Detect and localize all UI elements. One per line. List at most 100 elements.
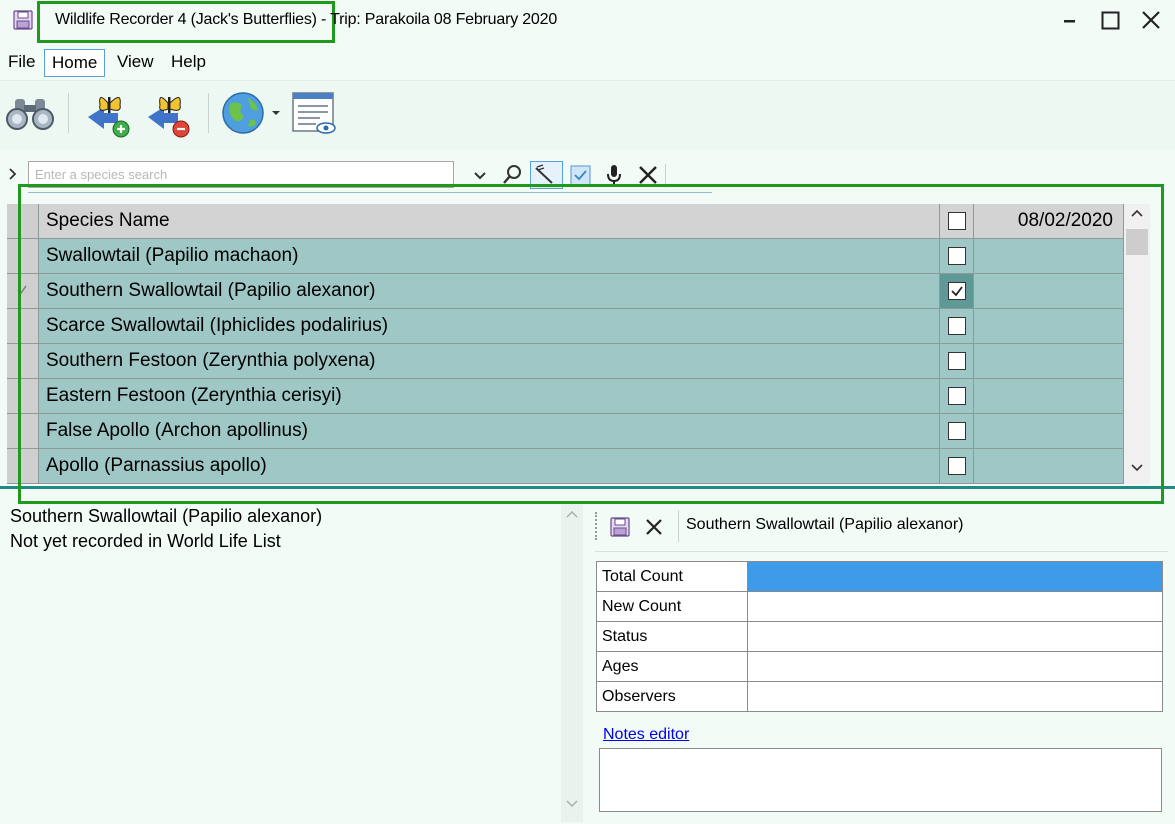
- count-cell[interactable]: [974, 449, 1124, 484]
- expand-chevron-icon[interactable]: [8, 168, 18, 180]
- count-cell[interactable]: [974, 379, 1124, 414]
- table-row[interactable]: Southern Swallowtail (Papilio alexanor): [7, 274, 1124, 309]
- record-checkbox-cell[interactable]: [940, 344, 974, 379]
- menu-file[interactable]: File: [2, 49, 41, 77]
- record-checkbox-checked[interactable]: [948, 282, 966, 300]
- search-dropdown-icon[interactable]: [468, 163, 492, 187]
- record-checkbox-cell[interactable]: [940, 414, 974, 449]
- record-checkbox-cell[interactable]: [940, 239, 974, 274]
- row-indicator[interactable]: [7, 344, 39, 379]
- toolbar: [0, 80, 1175, 150]
- globe-icon[interactable]: [220, 90, 266, 136]
- globe-dropdown-icon[interactable]: [270, 107, 282, 119]
- notes-textarea[interactable]: [599, 748, 1162, 812]
- status-label: Status: [596, 621, 748, 652]
- toolbar-separator: [208, 93, 209, 133]
- notes-editor-link[interactable]: Notes editor: [603, 726, 689, 744]
- menu-help[interactable]: Help: [165, 49, 212, 77]
- app-save-icon[interactable]: [12, 9, 34, 31]
- species-name-cell[interactable]: Swallowtail (Papilio machaon): [39, 239, 940, 274]
- scroll-up-icon[interactable]: [565, 508, 579, 520]
- record-checkbox[interactable]: [948, 317, 966, 335]
- species-name-cell[interactable]: Eastern Festoon (Zerynthia cerisyi): [39, 379, 940, 414]
- view-list-icon[interactable]: [290, 90, 338, 138]
- remove-species-icon[interactable]: [144, 89, 194, 139]
- species-name-cell[interactable]: Southern Festoon (Zerynthia polyxena): [39, 344, 940, 379]
- toolbar-grip[interactable]: [595, 512, 597, 540]
- new-count-field[interactable]: [747, 591, 1163, 622]
- date-column-header[interactable]: 08/02/2020: [974, 204, 1124, 239]
- record-checkbox-cell[interactable]: [940, 309, 974, 344]
- menu-view[interactable]: View: [111, 49, 160, 77]
- editor-separator: [678, 510, 679, 542]
- table-row[interactable]: Eastern Festoon (Zerynthia cerisyi): [7, 379, 1124, 414]
- checkbox-filter-icon[interactable]: [569, 163, 593, 187]
- save-record-icon[interactable]: [609, 516, 631, 538]
- scroll-down-icon[interactable]: [1129, 461, 1145, 475]
- record-checkbox[interactable]: [948, 387, 966, 405]
- row-indicator[interactable]: [7, 449, 39, 484]
- species-search-input[interactable]: [28, 161, 454, 188]
- table-row[interactable]: Scarce Swallowtail (Iphiclides podaliriu…: [7, 309, 1124, 344]
- scroll-down-icon[interactable]: [565, 798, 579, 810]
- record-checkbox-cell[interactable]: [940, 274, 974, 309]
- record-checkbox[interactable]: [948, 247, 966, 265]
- table-row[interactable]: Swallowtail (Papilio machaon): [7, 239, 1124, 274]
- species-name-cell[interactable]: False Apollo (Archon apollinus): [39, 414, 940, 449]
- add-species-icon[interactable]: [84, 89, 134, 139]
- toolbar-separator: [68, 93, 69, 133]
- binoculars-icon[interactable]: [4, 95, 56, 131]
- table-row[interactable]: False Apollo (Archon apollinus): [7, 414, 1124, 449]
- info-species-name: Southern Swallowtail (Papilio alexanor): [10, 506, 323, 526]
- table-row[interactable]: Apollo (Parnassius apollo): [7, 449, 1124, 484]
- select-all-checkbox[interactable]: [948, 212, 966, 230]
- count-cell[interactable]: [974, 414, 1124, 449]
- close-record-icon[interactable]: [643, 516, 665, 538]
- species-name-cell[interactable]: Apollo (Parnassius apollo): [39, 449, 940, 484]
- status-field[interactable]: [747, 621, 1163, 652]
- row-indicator[interactable]: [7, 414, 39, 449]
- menu-bar: File Home View Help: [0, 44, 1175, 78]
- minimize-button[interactable]: [1052, 6, 1086, 36]
- clear-search-icon[interactable]: [636, 163, 660, 187]
- table-row: Observers: [596, 681, 1163, 712]
- species-name-cell[interactable]: Scarce Swallowtail (Iphiclides podaliriu…: [39, 309, 940, 344]
- info-scrollbar[interactable]: [561, 504, 583, 822]
- total-count-field[interactable]: [747, 561, 1163, 592]
- record-checkbox[interactable]: [948, 422, 966, 440]
- editor-divider: [595, 551, 1168, 552]
- ages-field[interactable]: [747, 651, 1163, 682]
- wildcard-search-icon[interactable]: [530, 161, 563, 189]
- close-window-button[interactable]: [1134, 6, 1168, 36]
- count-cell[interactable]: [974, 274, 1124, 309]
- observers-label: Observers: [596, 681, 748, 712]
- observers-field[interactable]: [747, 681, 1163, 712]
- table-row[interactable]: Southern Festoon (Zerynthia polyxena): [7, 344, 1124, 379]
- record-editor-title: Southern Swallowtail (Papilio alexanor): [686, 516, 964, 533]
- maximize-button[interactable]: [1094, 6, 1128, 36]
- search-underline: [28, 192, 712, 193]
- count-cell[interactable]: [974, 309, 1124, 344]
- record-checkbox[interactable]: [948, 352, 966, 370]
- species-name-cell[interactable]: Southern Swallowtail (Papilio alexanor): [39, 274, 940, 309]
- table-row: Status: [596, 621, 1163, 652]
- record-checkbox-cell[interactable]: [940, 449, 974, 484]
- new-count-label: New Count: [596, 591, 748, 622]
- record-checkbox-cell[interactable]: [940, 379, 974, 414]
- row-indicator[interactable]: [7, 274, 39, 309]
- row-indicator[interactable]: [7, 379, 39, 414]
- scroll-up-icon[interactable]: [1129, 206, 1145, 220]
- row-indicator[interactable]: [7, 239, 39, 274]
- select-all-checkbox-cell[interactable]: [940, 204, 974, 239]
- species-name-column-header[interactable]: Species Name: [39, 204, 940, 239]
- microphone-icon[interactable]: [602, 163, 626, 187]
- record-checkbox[interactable]: [948, 457, 966, 475]
- row-indicator[interactable]: [7, 309, 39, 344]
- pane-splitter[interactable]: [0, 486, 1175, 489]
- count-cell[interactable]: [974, 239, 1124, 274]
- grid-scrollbar-thumb[interactable]: [1126, 229, 1148, 255]
- grid-header-row: Species Name 08/02/2020: [7, 204, 1124, 239]
- menu-home[interactable]: Home: [44, 49, 106, 77]
- count-cell[interactable]: [974, 344, 1124, 379]
- search-icon[interactable]: [500, 163, 524, 187]
